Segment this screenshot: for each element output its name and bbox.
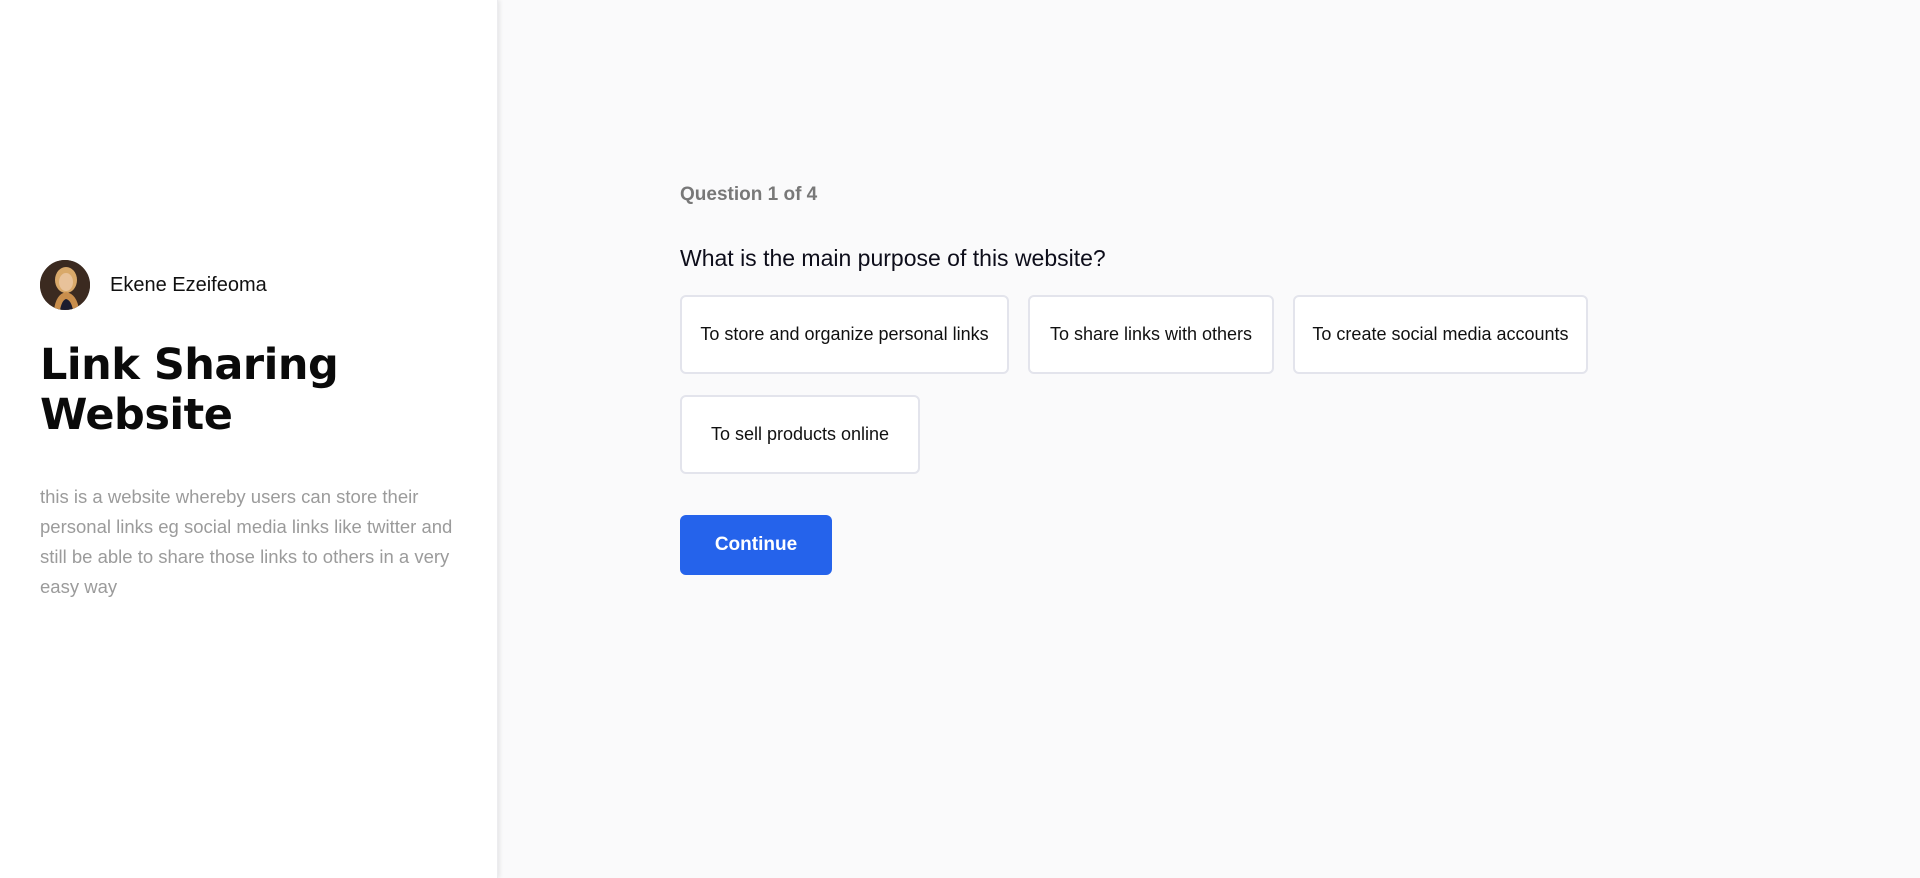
sidebar: Ekene Ezeifeoma Link Sharing Website thi… <box>0 0 498 878</box>
avatar <box>40 260 90 310</box>
user-avatar-icon <box>40 260 90 310</box>
question-progress: Question 1 of 4 <box>680 184 818 205</box>
site-description: this is a website whereby users can stor… <box>40 486 453 597</box>
answer-option-store-links[interactable]: To store and organize personal links <box>680 295 1009 374</box>
author-name: Ekene Ezeifeoma <box>110 273 267 296</box>
answer-option-sell-products[interactable]: To sell products online <box>680 395 920 474</box>
continue-button[interactable]: Continue <box>680 515 832 575</box>
question-text: What is the main purpose of this website… <box>680 245 1106 271</box>
page: Ekene Ezeifeoma Link Sharing Website thi… <box>0 0 1920 878</box>
answer-option-share-links[interactable]: To share links with others <box>1028 295 1274 374</box>
author-info: Ekene Ezeifeoma <box>40 260 267 310</box>
answer-option-create-social-accounts[interactable]: To create social media accounts <box>1293 295 1588 374</box>
quiz-panel: Question 1 of 4 What is the main purpose… <box>498 0 1920 878</box>
site-title: Link Sharing Website <box>40 340 339 440</box>
